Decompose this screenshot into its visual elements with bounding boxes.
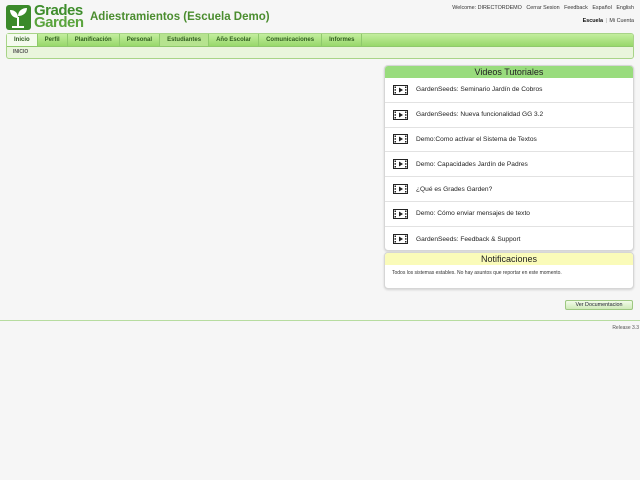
tab-informes[interactable]: Informes: [322, 34, 363, 46]
footer-divider: [0, 320, 640, 321]
video-title[interactable]: Demo: Capacidades Jardín de Padres: [416, 161, 528, 168]
video-tutorials-panel: Videos Tutoriales GardenSeeds: Seminario…: [384, 65, 634, 251]
user-links: Welcome: DIRECTORDEMO Cerrar Sesion Feed…: [449, 5, 634, 11]
main-nav: Inicio Perfil Planificación Personal Est…: [6, 33, 634, 59]
video-title[interactable]: GardenSeeds: Seminario Jardín de Cobros: [416, 86, 542, 93]
account-links: Escuela | Mi Cuenta: [583, 18, 634, 24]
video-title[interactable]: Demo: Cómo enviar mensajes de texto: [416, 210, 530, 217]
feedback-link[interactable]: Feedback: [564, 5, 588, 11]
english-link[interactable]: English: [616, 5, 634, 11]
my-account-link[interactable]: Mi Cuenta: [609, 18, 634, 24]
video-item[interactable]: GardenSeeds: Nueva funcionalidad GG 3.2: [385, 103, 633, 128]
film-play-icon: [393, 109, 408, 120]
video-item[interactable]: Demo: Cómo enviar mensajes de texto: [385, 202, 633, 227]
video-item[interactable]: GardenSeeds: Feedback & Support: [385, 227, 633, 250]
video-item[interactable]: GardenSeeds: Seminario Jardín de Cobros: [385, 78, 633, 103]
school-title: Adiestramientos (Escuela Demo): [90, 11, 270, 23]
notifications-panel: Notificaciones Todos los sistemas establ…: [384, 252, 634, 289]
video-title[interactable]: GardenSeeds: Feedback & Support: [416, 236, 520, 243]
tab-estudiantes[interactable]: Estudiantes: [160, 34, 210, 46]
video-item[interactable]: Demo:Como activar el Sistema de Textos: [385, 128, 633, 153]
logo-line-2: Garden: [34, 14, 84, 31]
video-tutorials-title: Videos Tutoriales: [385, 66, 633, 78]
tab-planificacion[interactable]: Planificación: [68, 34, 120, 46]
video-title[interactable]: Demo:Como activar el Sistema de Textos: [416, 136, 537, 143]
film-play-icon: [393, 234, 408, 245]
film-play-icon: [393, 208, 408, 219]
tab-perfil[interactable]: Perfil: [38, 34, 68, 46]
notifications-title: Notificaciones: [385, 253, 633, 265]
video-item[interactable]: ¿Qué es Grades Garden?: [385, 177, 633, 202]
welcome-text: Welcome: DIRECTORDEMO: [452, 5, 522, 11]
film-play-icon: [393, 134, 408, 145]
release-version: Release 3.3: [612, 325, 639, 331]
film-play-icon: [393, 159, 408, 170]
nav-tabs: Inicio Perfil Planificación Personal Est…: [7, 34, 633, 47]
tab-ano-escolar[interactable]: Año Escolar: [209, 34, 260, 46]
tab-inicio[interactable]: Inicio: [7, 34, 38, 46]
logout-link[interactable]: Cerrar Sesion: [526, 5, 559, 11]
view-documentation-button[interactable]: Ver Documentacion: [565, 300, 633, 310]
grades-garden-logo[interactable]: Grades Garden: [6, 3, 84, 31]
video-item[interactable]: Demo: Capacidades Jardín de Padres: [385, 152, 633, 178]
subnav-inicio[interactable]: INICIO: [7, 47, 633, 57]
video-title[interactable]: ¿Qué es Grades Garden?: [416, 186, 492, 193]
sprout-icon: [6, 5, 31, 30]
notification-text: Todos los sistemas estables. No hay asun…: [392, 270, 562, 276]
tab-comunicaciones[interactable]: Comunicaciones: [259, 34, 323, 46]
school-link[interactable]: Escuela: [583, 18, 603, 24]
spanish-link[interactable]: Español: [592, 5, 611, 11]
film-play-icon: [393, 184, 408, 195]
film-play-icon: [393, 84, 408, 95]
video-title[interactable]: GardenSeeds: Nueva funcionalidad GG 3.2: [416, 111, 543, 118]
logo-wordmark: Grades Garden: [34, 3, 84, 31]
video-list: GardenSeeds: Seminario Jardín de Cobros …: [385, 78, 633, 250]
tab-personal[interactable]: Personal: [120, 34, 161, 46]
link-separator: |: [605, 18, 607, 24]
